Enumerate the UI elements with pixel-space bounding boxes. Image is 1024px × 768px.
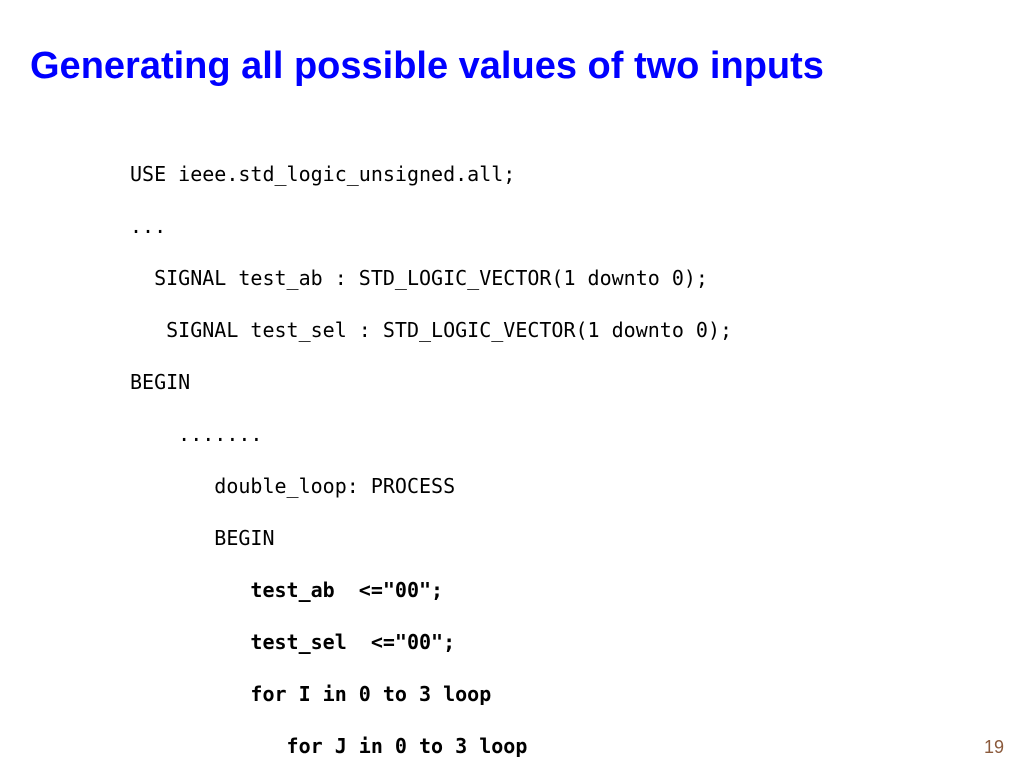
code-line: SIGNAL test_sel : STD_LOGIC_VECTOR(1 dow…: [130, 317, 732, 343]
code-line: test_sel <="00";: [130, 629, 732, 655]
code-line: for J in 0 to 3 loop: [130, 733, 732, 759]
code-line: ...: [130, 213, 732, 239]
code-line: .......: [130, 421, 732, 447]
code-line: SIGNAL test_ab : STD_LOGIC_VECTOR(1 down…: [130, 265, 732, 291]
code-line: BEGIN: [130, 369, 732, 395]
code-line: for I in 0 to 3 loop: [130, 681, 732, 707]
code-line: double_loop: PROCESS: [130, 473, 732, 499]
code-block: USE ieee.std_logic_unsigned.all; ... SIG…: [130, 135, 732, 768]
page-number: 19: [984, 737, 1004, 758]
code-line: test_ab <="00";: [130, 577, 732, 603]
slide-title: Generating all possible values of two in…: [30, 45, 994, 88]
code-line: USE ieee.std_logic_unsigned.all;: [130, 161, 732, 187]
code-line: BEGIN: [130, 525, 732, 551]
slide: Generating all possible values of two in…: [0, 0, 1024, 768]
